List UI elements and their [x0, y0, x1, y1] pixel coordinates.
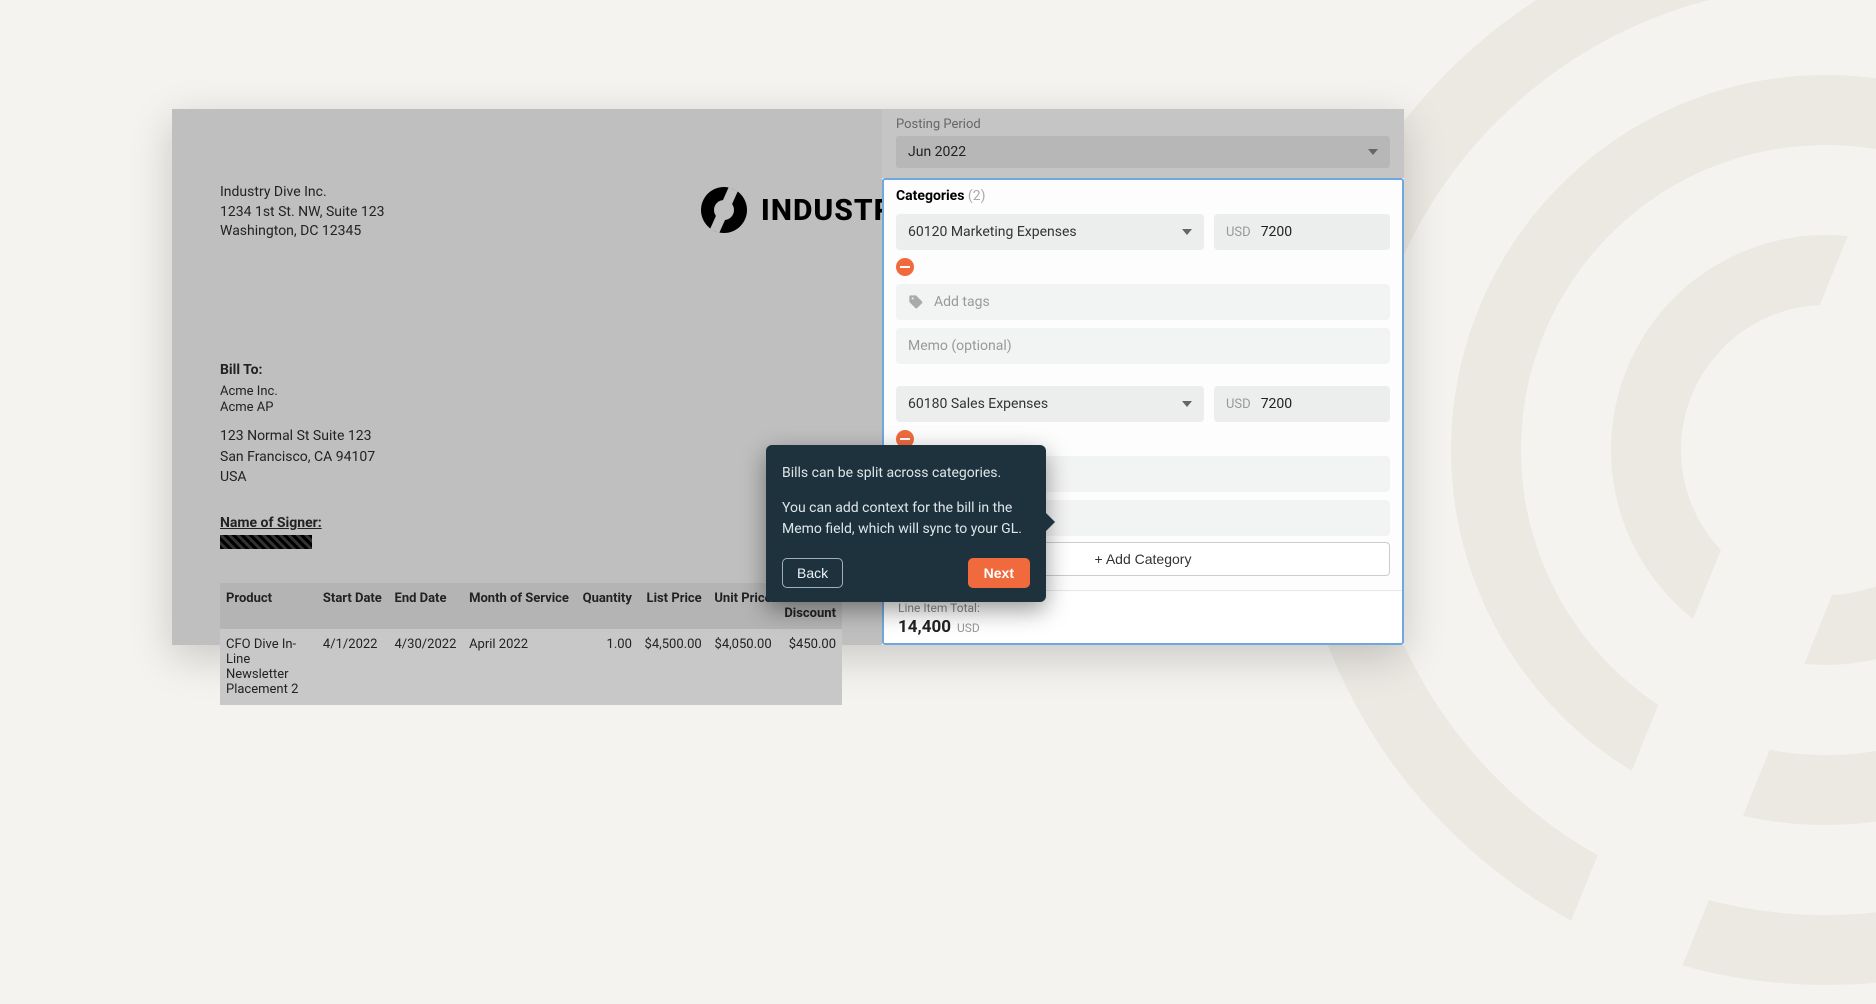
bill-to-name1: Acme Inc. [220, 384, 842, 400]
category-select[interactable]: 60120 Marketing Expenses [896, 214, 1204, 250]
memo-input[interactable]: Memo (optional) [896, 328, 1390, 364]
table-header-row: Product Start Date End Date Month of Ser… [220, 583, 842, 629]
minus-icon [900, 266, 910, 268]
totals-currency: USD [957, 621, 980, 635]
bill-to-label: Bill To: [220, 362, 842, 378]
posting-period-block: Posting Period Jun 2022 [882, 109, 1404, 178]
th-qty: Quantity [576, 583, 638, 629]
th-start: Start Date [317, 583, 389, 629]
td-start: 4/1/2022 [317, 629, 389, 705]
td-unit: $4,050.00 [708, 629, 778, 705]
amount-input[interactable]: USD 7200 [1214, 386, 1390, 422]
amount-value: 7200 [1261, 396, 1292, 412]
amount-value: 7200 [1261, 224, 1292, 240]
table-row: CFO Dive In-Line Newsletter Placement 2 … [220, 629, 842, 705]
td-qty: 1.00 [576, 629, 638, 705]
minus-icon [900, 438, 910, 440]
categories-header: Categories (2) [884, 180, 1402, 214]
chevron-down-icon [1182, 229, 1192, 235]
tour-text-2: You can add context for the bill in the … [782, 498, 1030, 540]
amount-input[interactable]: USD 7200 [1214, 214, 1390, 250]
th-end: End Date [389, 583, 464, 629]
posting-period-label: Posting Period [896, 117, 1390, 132]
tour-text-1: Bills can be split across categories. [782, 463, 1030, 484]
tags-input[interactable]: Add tags [896, 284, 1390, 320]
amount-currency: USD [1226, 225, 1251, 240]
chevron-down-icon [1368, 149, 1378, 155]
bill-to-country: USA [220, 467, 842, 487]
category-select[interactable]: 60180 Sales Expenses [896, 386, 1204, 422]
chevron-down-icon [1182, 401, 1192, 407]
bill-to-citystate: San Francisco, CA 94107 [220, 447, 842, 467]
signer-redacted [220, 535, 312, 549]
td-list: $4,500.00 [638, 629, 708, 705]
category-name: 60120 Marketing Expenses [908, 224, 1077, 240]
totals-label: Line Item Total: [898, 601, 1388, 615]
bill-to-names: Acme Inc. Acme AP [220, 384, 842, 417]
bill-to-name2: Acme AP [220, 400, 842, 416]
amount-currency: USD [1226, 397, 1251, 412]
posting-period-value: Jun 2022 [908, 144, 966, 160]
td-month: April 2022 [463, 629, 576, 705]
next-button[interactable]: Next [968, 558, 1030, 588]
totals-amount: 14,400 [898, 617, 951, 637]
tour-tooltip: Bills can be split across categories. Yo… [766, 445, 1046, 602]
line-items-table: Product Start Date End Date Month of Ser… [220, 583, 842, 705]
app-frame: Industry Dive Inc. 1234 1st St. NW, Suit… [172, 109, 1404, 645]
th-month: Month of Service [463, 583, 576, 629]
tags-placeholder: Add tags [934, 294, 990, 310]
tag-icon [908, 294, 924, 310]
logo-mark-icon [701, 187, 747, 233]
td-discount: $450.00 [778, 629, 842, 705]
td-product: CFO Dive In-Line Newsletter Placement 2 [220, 629, 317, 705]
memo-placeholder: Memo (optional) [908, 338, 1012, 354]
bill-to-address: 123 Normal St Suite 123 San Francisco, C… [220, 426, 842, 487]
categories-label: Categories [896, 188, 964, 204]
remove-category-button[interactable] [896, 258, 914, 276]
categories-count: (2) [968, 188, 986, 204]
th-product: Product [220, 583, 317, 629]
bill-to-street: 123 Normal St Suite 123 [220, 426, 842, 446]
td-end: 4/30/2022 [389, 629, 464, 705]
th-list: List Price [638, 583, 708, 629]
category-item: 60120 Marketing Expenses USD 7200 Ad [896, 214, 1390, 364]
category-name: 60180 Sales Expenses [908, 396, 1048, 412]
signer-label: Name of Signer: [220, 515, 842, 531]
back-button[interactable]: Back [782, 558, 843, 588]
posting-period-select[interactable]: Jun 2022 [896, 136, 1390, 168]
